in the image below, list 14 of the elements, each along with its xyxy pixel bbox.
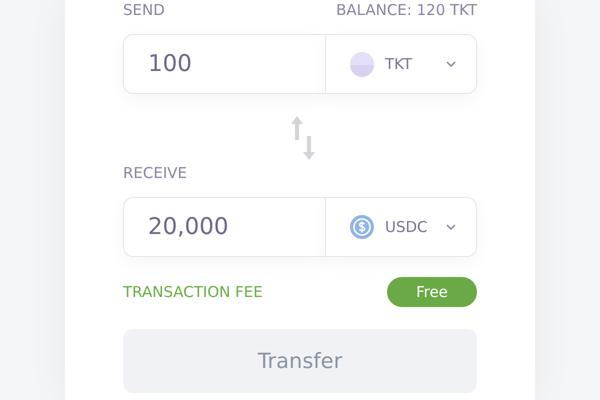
balance-label: BALANCE: 120 TKT	[336, 1, 477, 19]
token-dropdown[interactable]: USDC	[326, 197, 477, 257]
amount-field[interactable]: 20,000	[123, 197, 326, 257]
amount-field[interactable]: 100	[123, 34, 326, 94]
dollar-coin-icon	[350, 214, 375, 240]
chevron-down-icon	[446, 61, 456, 67]
fee-badge: Free	[387, 277, 477, 307]
swap-arrows-icon	[290, 116, 316, 160]
fee-label: TRANSACTION FEE	[123, 283, 263, 301]
chevron-down-icon	[446, 224, 456, 230]
field-label: RECEIVE	[123, 164, 188, 182]
coin-icon	[350, 52, 375, 76]
token-dropdown[interactable]: TKT	[326, 34, 477, 94]
field-label: SEND	[123, 1, 165, 19]
